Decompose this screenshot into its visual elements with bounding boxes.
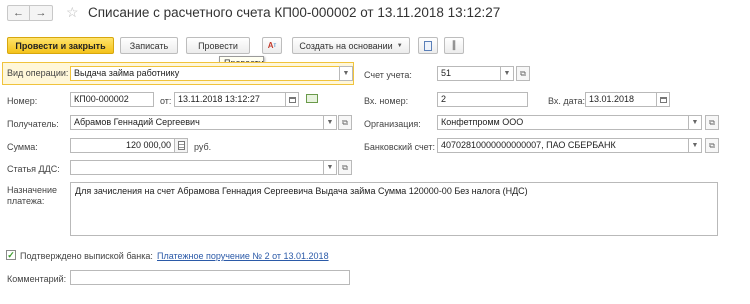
dds-item-dropdown-icon[interactable]: ▼ <box>323 160 337 175</box>
organization-field[interactable]: Конфетпромм ООО <box>437 115 701 130</box>
account-open-icon[interactable]: ⧉ <box>516 66 530 81</box>
in-date-label: Вх. дата: <box>548 96 585 106</box>
in-date-field[interactable]: 13.01.2018 <box>585 92 657 107</box>
in-date-calendar-icon[interactable] <box>656 92 670 107</box>
recipient-label: Получатель: <box>7 119 59 129</box>
recipient-open-icon[interactable]: ⧉ <box>338 115 352 130</box>
purpose-textarea[interactable]: Для зачисления на счет Абрамова Геннадия… <box>70 182 718 236</box>
nav-buttons: ← → <box>7 5 53 21</box>
recipient-field[interactable]: Абрамов Геннадий Сергеевич <box>70 115 335 130</box>
organization-label: Организация: <box>364 119 421 129</box>
operation-type-label: Вид операции: <box>7 68 69 78</box>
calendar-icon[interactable] <box>285 92 299 107</box>
report-icon[interactable] <box>418 37 438 54</box>
payment-order-link[interactable]: Платежное поручение № 2 от 13.01.2018 <box>157 251 329 261</box>
amount-field[interactable]: 120 000,00 <box>70 138 175 153</box>
dds-item-label: Статья ДДС: <box>7 164 60 174</box>
account-label: Счет учета: <box>364 70 412 80</box>
post-button[interactable]: Провести <box>186 37 250 54</box>
organization-dropdown-icon[interactable]: ▼ <box>688 115 702 130</box>
create-based-on-button[interactable]: Создать на основании ▼ <box>292 37 410 54</box>
account-field[interactable]: 51 <box>437 66 501 81</box>
back-arrow-icon[interactable]: ← <box>8 6 30 20</box>
chevron-down-icon: ▼ <box>396 42 403 49</box>
window-title: Списание с расчетного счета КП00-000002 … <box>88 5 501 20</box>
organization-open-icon[interactable]: ⧉ <box>705 115 719 130</box>
create-based-on-label: Создать на основании <box>299 40 393 51</box>
number-label: Номер: <box>7 96 38 106</box>
bank-account-dropdown-icon[interactable]: ▼ <box>688 138 702 153</box>
date-label: от: <box>160 96 172 106</box>
favorite-star-icon[interactable]: ☆ <box>66 4 79 21</box>
recipient-dropdown-icon[interactable]: ▼ <box>323 115 337 130</box>
bank-account-field[interactable]: 40702810000000000007, ПАО СБЕРБАНК <box>437 138 701 153</box>
in-number-field[interactable]: 2 <box>437 92 528 107</box>
comment-label: Комментарий: <box>7 274 67 284</box>
operation-type-field[interactable]: Выдача займа работнику <box>70 66 342 81</box>
edit-number-icon[interactable] <box>306 94 318 103</box>
dds-item-field[interactable] <box>70 160 335 175</box>
attachment-icon[interactable]: ∥ <box>444 37 464 54</box>
comment-field[interactable] <box>70 270 350 285</box>
account-dropdown-icon[interactable]: ▼ <box>500 66 514 81</box>
confirmed-label: Подтверждено выпиской банка: <box>20 251 153 261</box>
calculator-icon[interactable] <box>174 138 188 153</box>
save-button[interactable]: Записать <box>120 37 178 54</box>
forward-arrow-icon[interactable]: → <box>30 6 52 20</box>
currency-label: руб. <box>194 142 212 152</box>
bank-account-label: Банковский счет: <box>364 142 436 152</box>
bank-account-open-icon[interactable]: ⧉ <box>705 138 719 153</box>
purpose-label: Назначение платежа: <box>7 185 58 206</box>
amount-label: Сумма: <box>7 142 38 152</box>
dt-kt-icon[interactable]: Aт <box>262 37 282 54</box>
post-and-close-button[interactable]: Провести и закрыть <box>7 37 114 54</box>
in-number-label: Вх. номер: <box>364 96 409 106</box>
number-field[interactable]: КП00-000002 <box>70 92 154 107</box>
date-field[interactable]: 13.11.2018 13:12:27 <box>174 92 286 107</box>
operation-type-dropdown-icon[interactable]: ▼ <box>339 66 353 81</box>
confirmed-checkbox[interactable]: ✓ <box>6 250 16 260</box>
dds-item-open-icon[interactable]: ⧉ <box>338 160 352 175</box>
